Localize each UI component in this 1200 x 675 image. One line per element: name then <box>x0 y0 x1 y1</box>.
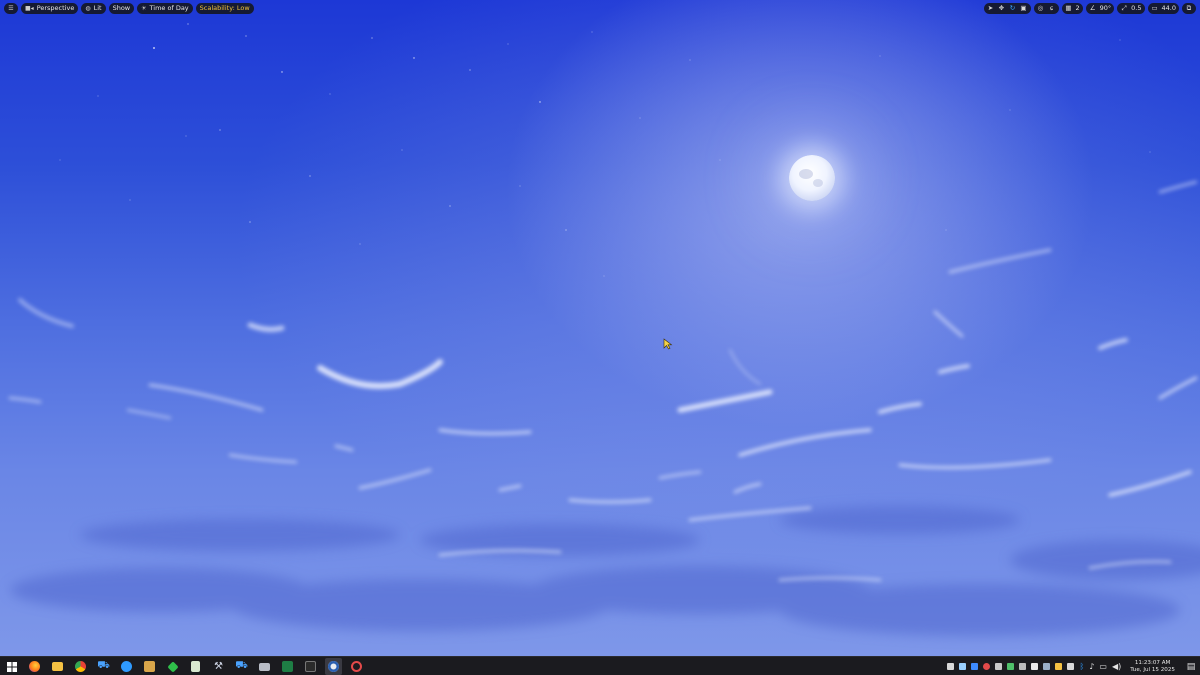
clock-date: Tue, Jul 15 2025 <box>1130 666 1175 673</box>
taskbar-app-excel[interactable] <box>279 658 296 675</box>
viewport-toolbar-left: ☰ ■◂ Perspective ◍ Lit Show ☀ Time of Da… <box>4 2 254 14</box>
scale-snap-value: 0.5 <box>1131 4 1142 12</box>
green-diamond-icon <box>166 660 179 673</box>
taskbar-app-blue[interactable] <box>118 658 135 675</box>
spreadsheet-icon <box>282 661 293 672</box>
scalability-button[interactable]: Scalability: Low <box>195 2 254 14</box>
tray-app-icon-7[interactable] <box>1019 663 1027 670</box>
world-space-icon[interactable]: ◎ <box>1037 4 1045 12</box>
taskbar-app-cart-2[interactable]: ⛟ <box>233 658 250 675</box>
windows-taskbar: ⛟ ⚒ ⛟ ᛒ ♪ ▭ ◀) 11:23:07 AM Tue, Jul 15 2… <box>0 656 1200 675</box>
sun-icon: ☀ <box>141 4 147 12</box>
lit-label: Lit <box>93 4 102 12</box>
perspective-button[interactable]: ■◂ Perspective <box>21 2 79 14</box>
angle-snap-icon: ∠ <box>1089 4 1096 12</box>
unreal-engine-icon <box>328 661 339 672</box>
taskbar-app-tools[interactable]: ⚒ <box>210 658 227 675</box>
taskbar-clock[interactable]: 11:23:07 AM Tue, Jul 15 2025 <box>1130 660 1175 674</box>
camera-icon: ■◂ <box>25 4 34 12</box>
firefox-icon <box>29 661 40 672</box>
scale-tool-icon[interactable]: ▣ <box>1020 4 1028 12</box>
rotate-tool-icon[interactable]: ↻ <box>1009 4 1017 12</box>
taskbar-apps: ⛟ ⚒ ⛟ <box>3 658 365 675</box>
video-camera-icon: ▭ <box>1151 4 1158 12</box>
start-button[interactable] <box>3 658 20 675</box>
show-button[interactable]: Show <box>108 2 135 14</box>
cart-icon: ⛟ <box>97 660 110 671</box>
tray-app-icon-8[interactable] <box>1031 663 1039 670</box>
red-circle-app-icon <box>351 661 362 672</box>
tray-app-icon-1[interactable] <box>947 663 955 670</box>
taskbar-app-printer[interactable] <box>256 658 273 675</box>
tray-app-icon-10[interactable] <box>1055 663 1063 670</box>
terminal-icon <box>305 661 316 672</box>
taskbar-file-explorer[interactable] <box>49 658 66 675</box>
rotation-snap-group[interactable]: ∠ 90° <box>1085 2 1115 14</box>
sky-clouds <box>8 180 1200 636</box>
lit-mode-button[interactable]: ◍ Lit <box>81 2 106 14</box>
perspective-label: Perspective <box>36 4 75 12</box>
chrome-icon <box>75 661 86 672</box>
system-tray: ᛒ ♪ ▭ ◀) 11:23:07 AM Tue, Jul 15 2025 ▤ <box>947 658 1198 675</box>
package-icon <box>144 661 155 672</box>
maximize-viewport-button[interactable]: ⧉ <box>1182 2 1196 14</box>
folder-icon <box>52 662 63 671</box>
taskbar-app-green[interactable] <box>164 658 181 675</box>
clock-time: 11:23:07 AM <box>1134 659 1171 666</box>
taskbar-app-cart[interactable]: ⛟ <box>95 658 112 675</box>
viewport-toolbar-right: ➤ ✥ ↻ ▣ ◎ ɕ ▦ 2 ∠ 90° ⤢ 0.5 ▭ 44.0 ⧉ <box>983 2 1196 14</box>
tray-app-icon-3[interactable] <box>971 663 979 670</box>
camera-speed-value: 44.0 <box>1161 4 1176 12</box>
camera-speed-group[interactable]: ▭ 44.0 <box>1147 2 1179 14</box>
taskbar-terminal[interactable] <box>302 658 319 675</box>
hamburger-icon: ☰ <box>8 4 14 12</box>
taskbar-app-package[interactable] <box>141 658 158 675</box>
volume-icon[interactable]: ◀) <box>1112 662 1121 671</box>
taskbar-unreal-editor[interactable] <box>325 658 342 675</box>
taskbar-firefox[interactable] <box>26 658 43 675</box>
time-of-day-label: Time of Day <box>149 4 189 12</box>
printer-icon <box>259 662 270 671</box>
tray-app-icon-4[interactable] <box>983 663 991 670</box>
maximize-icon: ⧉ <box>1186 3 1192 12</box>
level-viewport[interactable]: ☰ ■◂ Perspective ◍ Lit Show ☀ Time of Da… <box>0 0 1200 656</box>
transform-tools-group: ➤ ✥ ↻ ▣ <box>983 2 1031 14</box>
windows-logo-icon <box>6 661 17 672</box>
time-of-day-button[interactable]: ☀ Time of Day <box>137 2 193 14</box>
grid-snap-value: 2 <box>1075 4 1080 12</box>
tray-app-icon-11[interactable] <box>1067 663 1075 670</box>
microphone-icon[interactable]: ♪ <box>1089 662 1094 671</box>
surface-snap-icon[interactable]: ɕ <box>1048 4 1056 12</box>
cart-icon-2: ⛟ <box>235 660 248 671</box>
tools-icon: ⚒ <box>214 661 223 672</box>
rotation-snap-value: 90° <box>1099 4 1112 12</box>
scale-snap-group[interactable]: ⤢ 0.5 <box>1117 2 1145 14</box>
grid-snap-icon: ▦ <box>1065 4 1072 12</box>
show-label: Show <box>112 4 131 12</box>
grid-snap-group[interactable]: ▦ 2 <box>1061 2 1083 14</box>
blue-app-icon <box>121 661 132 672</box>
taskbar-app-notes[interactable] <box>187 658 204 675</box>
notification-center-button[interactable]: ▤ <box>1184 660 1198 674</box>
scalability-label: Scalability: Low <box>199 4 250 12</box>
tray-app-icon-9[interactable] <box>1043 663 1051 670</box>
notes-icon <box>191 661 200 672</box>
coordinate-group: ◎ ɕ <box>1033 2 1059 14</box>
scale-snap-icon: ⤢ <box>1121 3 1127 12</box>
mouse-cursor-icon <box>663 338 673 350</box>
desktop-screen: ☰ ■◂ Perspective ◍ Lit Show ☀ Time of Da… <box>0 0 1200 675</box>
select-tool-icon[interactable]: ➤ <box>987 4 995 12</box>
view-mode-icon: ◍ <box>85 4 91 12</box>
taskbar-app-red[interactable] <box>348 658 365 675</box>
tray-app-icon-6[interactable] <box>1007 663 1015 670</box>
viewport-options-button[interactable]: ☰ <box>4 2 18 14</box>
taskbar-chrome[interactable] <box>72 658 89 675</box>
bluetooth-icon[interactable]: ᛒ <box>1079 662 1084 671</box>
translate-tool-icon[interactable]: ✥ <box>998 4 1006 12</box>
tray-app-icon-5[interactable] <box>995 663 1003 670</box>
network-icon[interactable]: ▭ <box>1099 662 1107 671</box>
notification-icon: ▤ <box>1186 661 1196 672</box>
tray-app-icon-2[interactable] <box>959 663 967 670</box>
